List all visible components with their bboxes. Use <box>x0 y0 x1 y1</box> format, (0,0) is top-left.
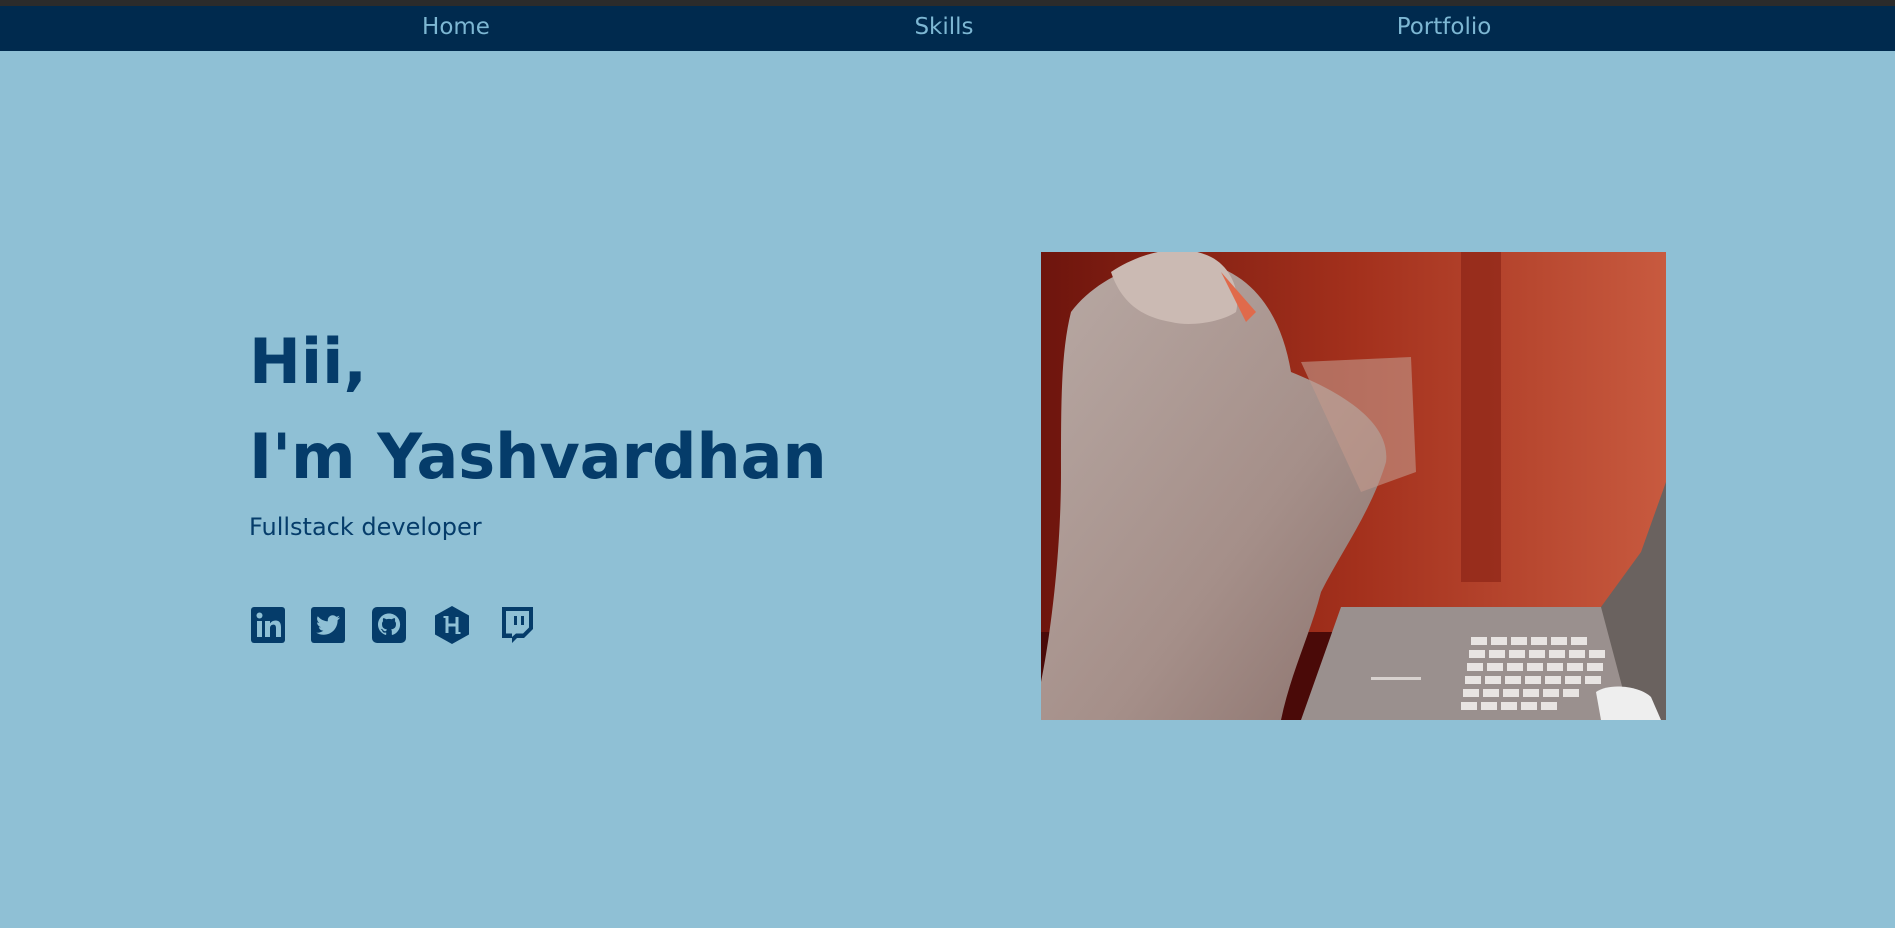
github-icon[interactable] <box>370 605 410 645</box>
nav-link-home[interactable]: Home <box>422 14 490 40</box>
hero-cat-laptop-image <box>1041 252 1666 720</box>
navbar: Home Skills Portfolio <box>0 6 1895 51</box>
hero-greeting: Hii, <box>249 325 367 398</box>
nav-link-portfolio[interactable]: Portfolio <box>1397 14 1492 40</box>
nav-link-skills[interactable]: Skills <box>914 14 973 40</box>
social-links <box>249 605 549 647</box>
hashnode-icon[interactable] <box>432 605 472 645</box>
linkedin-icon[interactable] <box>249 605 289 645</box>
hero-role: Fullstack developer <box>249 513 482 541</box>
hero-name: I'm Yashvardhan <box>249 420 827 493</box>
twitter-icon[interactable] <box>309 605 349 645</box>
twitch-icon[interactable] <box>497 605 537 645</box>
